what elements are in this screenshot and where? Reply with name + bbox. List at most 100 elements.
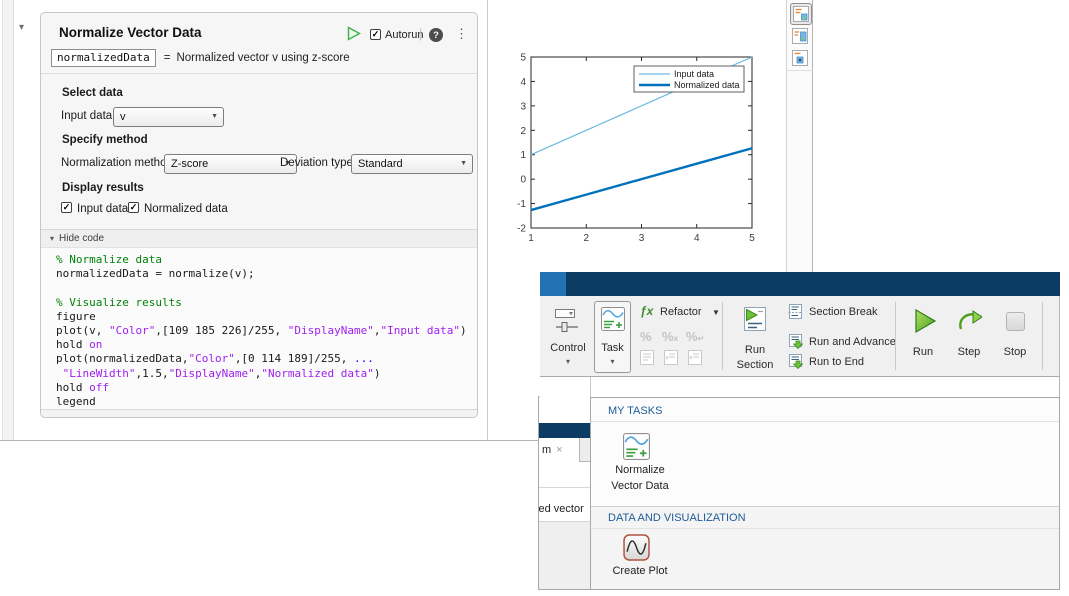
chevron-down-icon: ▼ xyxy=(211,113,218,120)
create-plot-icon xyxy=(623,534,650,561)
gallery-item-create-plot[interactable]: Create Plot xyxy=(609,534,671,588)
align-doc-icon-disabled[interactable] xyxy=(640,350,654,365)
divider xyxy=(591,528,1059,529)
input-data-label: Input data xyxy=(61,110,113,122)
run-section-icon xyxy=(744,307,766,331)
legend-entry-label: Normalized data xyxy=(674,80,740,90)
app-titlebar xyxy=(540,272,1060,296)
editor-document-window: m × zed vector xyxy=(538,396,590,590)
toolstrip-lower-strip xyxy=(540,377,1060,397)
code-line: % Normalize data xyxy=(56,253,162,266)
outdent-icon-disabled[interactable] xyxy=(688,350,702,365)
code-line: figure xyxy=(56,309,96,323)
layout-inline-button[interactable] xyxy=(790,3,812,25)
divider xyxy=(539,487,590,488)
comment-button-disabled[interactable]: % xyxy=(640,328,652,346)
editor-output-divider[interactable] xyxy=(487,0,488,440)
refactor-button[interactable]: ƒx Refactor ▼ xyxy=(640,304,722,322)
stop-label: Stop xyxy=(1003,346,1027,358)
document-panel xyxy=(539,522,590,589)
layout-hide-code-button[interactable] xyxy=(790,48,810,68)
task-summary: Normalized vector v using z-score xyxy=(176,52,350,64)
code-line: hold on xyxy=(56,338,103,352)
autorun-checkbox[interactable]: ✓ xyxy=(370,29,381,40)
fx-icon: ƒx xyxy=(640,304,654,318)
input-data-value: v xyxy=(120,111,126,123)
divider xyxy=(591,421,1059,422)
x-tick-label: 4 xyxy=(694,233,700,244)
chevron-down-icon: ▼ xyxy=(460,160,467,167)
group-separator xyxy=(1042,302,1043,370)
code-line: normalizedData = normalize(v); xyxy=(56,267,255,281)
run-button[interactable]: Run xyxy=(903,302,943,372)
task-gallery-button[interactable]: Task ▾ xyxy=(594,301,631,373)
document-tab[interactable]: m × xyxy=(539,438,580,462)
indent-icon-disabled[interactable] xyxy=(664,350,678,365)
layout-output-right-button[interactable] xyxy=(790,26,810,46)
code-line: plot(normalizedData,"Color",[0 114 189]/… xyxy=(56,352,374,366)
code-block: % Normalize data normalizedData = normali… xyxy=(56,253,467,409)
layout-hide-code-icon xyxy=(792,50,808,66)
hide-code-label: Hide code xyxy=(59,233,105,244)
document-text-fragment: zed vector xyxy=(538,503,584,515)
gallery-item-normalize-vector-data[interactable]: Normalize Vector Data xyxy=(609,433,671,503)
x-tick-label: 1 xyxy=(528,233,534,244)
run-to-end-button[interactable]: Run to End xyxy=(788,354,918,372)
step-icon xyxy=(959,310,982,330)
run-to-end-icon xyxy=(789,354,804,369)
task-title: Normalize Vector Data xyxy=(59,25,202,40)
generated-code-area[interactable]: % Normalize data normalizedData = normali… xyxy=(41,248,477,409)
y-tick-label: 2 xyxy=(520,126,526,137)
toolstrip: Control ▾ Task ▾ ƒx Refactor ▼ % %x %↵ R… xyxy=(540,296,1060,377)
uncomment-button-disabled[interactable]: %x xyxy=(662,328,678,346)
specify-method-header: Specify method xyxy=(62,134,148,146)
section-break-label: Section Break xyxy=(809,306,878,318)
x-tick-label: 5 xyxy=(749,233,755,244)
item-label: Create Plot xyxy=(612,565,668,577)
display-normalized-checkbox[interactable]: ✓ xyxy=(128,202,139,213)
task-icon xyxy=(601,307,625,331)
header-separator: | xyxy=(419,26,423,41)
titlebar-accent-block xyxy=(540,272,566,296)
help-icon[interactable]: ? xyxy=(429,28,443,42)
step-button[interactable]: Step xyxy=(948,302,990,372)
close-icon[interactable]: × xyxy=(556,444,562,456)
task-label: Task xyxy=(601,342,624,354)
run-to-end-label: Run to End xyxy=(809,356,865,368)
run-and-advance-icon xyxy=(789,334,804,349)
figure-plot[interactable]: 1 2 3 4 5 -2 -1 0 1 2 3 4 5 Input dataNormalized data xyxy=(505,45,770,245)
input-data-dropdown[interactable]: v ▼ xyxy=(113,107,224,127)
display-input-checkbox[interactable]: ✓ xyxy=(61,202,72,213)
percent-wrap-icon: %↵ xyxy=(686,329,705,344)
hide-code-toggle[interactable]: ▾ Hide code xyxy=(41,229,477,248)
deviation-type-value: Standard xyxy=(358,158,403,170)
code-line: plot(v, "Color",[109 185 226]/255, "Disp… xyxy=(56,323,467,337)
code-line: % Visualize results xyxy=(56,295,182,309)
run-and-advance-label: Run and Advance xyxy=(809,336,896,348)
item-label-line2: Vector Data xyxy=(611,480,669,492)
display-results-header: Display results xyxy=(62,182,144,194)
section-collapse-icon[interactable]: ▾ xyxy=(19,22,24,33)
y-tick-label: -1 xyxy=(517,199,526,210)
output-variable-field[interactable]: normalizedData xyxy=(51,49,156,67)
control-button[interactable]: Control ▾ xyxy=(544,302,592,372)
run-task-icon[interactable] xyxy=(347,26,361,41)
wrap-comments-button-disabled[interactable]: %↵ xyxy=(686,328,704,346)
stop-button-disabled[interactable]: Stop xyxy=(995,302,1035,372)
step-label: Step xyxy=(957,346,981,358)
deviation-type-dropdown[interactable]: Standard ▼ xyxy=(351,154,473,174)
run-and-advance-button[interactable]: Run and Advance xyxy=(788,334,918,352)
chevron-down-icon: ▾ xyxy=(565,357,570,366)
run-section-button[interactable]: Run Section xyxy=(728,302,782,372)
check-icon: ✓ xyxy=(129,202,138,212)
y-tick-label: -2 xyxy=(517,224,526,235)
overflow-menu-icon[interactable]: ⋮ xyxy=(455,26,468,42)
document-titlebar xyxy=(539,423,590,438)
normalization-method-dropdown[interactable]: Z-score ▼ xyxy=(164,154,297,174)
percent-x-icon: %x xyxy=(662,329,679,344)
section-break-button[interactable]: Section Break xyxy=(788,304,918,322)
x-tick-label: 2 xyxy=(583,233,589,244)
screenshot-root: ▾ Normalize Vector Data ✓ Autorun | ? ⋮ … xyxy=(0,0,1069,596)
x-tick-label: 3 xyxy=(639,233,645,244)
equals-sign: = xyxy=(163,52,171,64)
